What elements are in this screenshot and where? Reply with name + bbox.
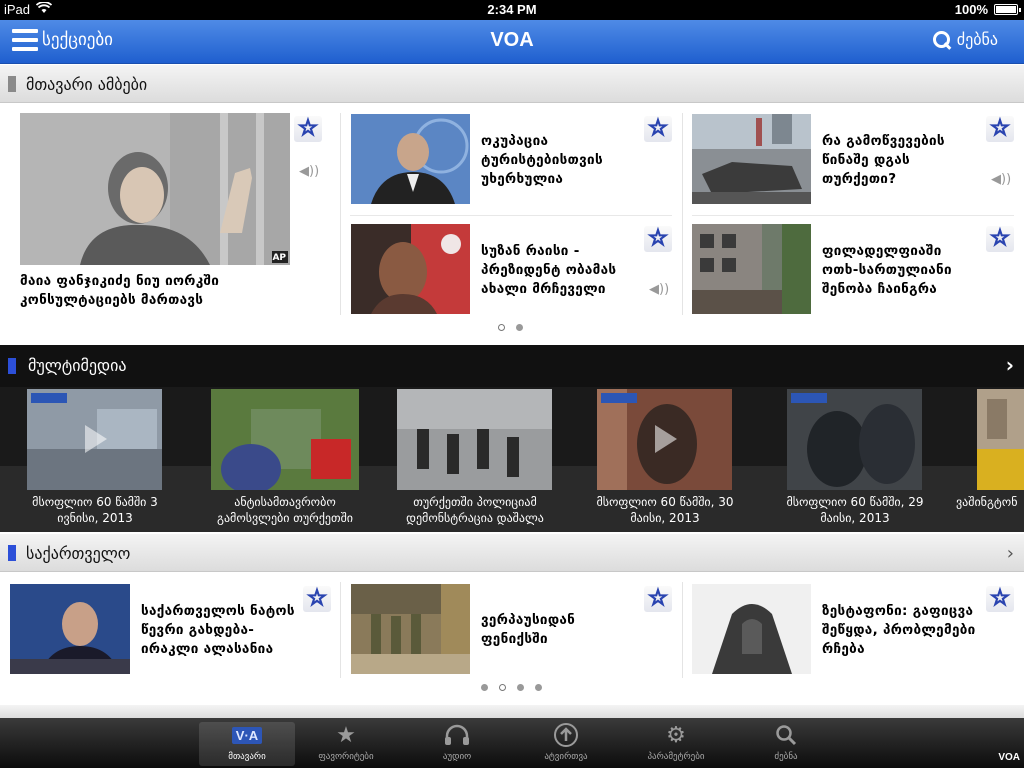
search-icon (932, 30, 951, 49)
story-thumbnail[interactable] (351, 584, 470, 674)
section-header-partial (0, 705, 1024, 719)
page-indicator[interactable] (481, 684, 542, 691)
video-caption: მსოფლიო 60 წამში, 29 (786, 495, 924, 509)
app-title: VOA (490, 29, 534, 51)
story-thumbnail[interactable] (351, 224, 470, 314)
video-caption: გამოსვლები თურქეთში (216, 511, 353, 525)
video-thumbnail[interactable] (787, 389, 922, 490)
favorite-star-icon[interactable]: ☆ (644, 586, 672, 612)
tab-settings[interactable]: ⚙ პარამეტრები (628, 722, 724, 766)
lead-story-headline[interactable]: მაია ფანჯიკიძე ნიუ იორკში კონსულტაციებს … (20, 272, 320, 310)
status-bar: iPad 2:34 PM 100% (0, 0, 1024, 20)
speaker-icon: ◀)) (299, 164, 320, 179)
story-headline[interactable]: რა გამოწვევების წინაშე დგას თურქეთი? (822, 132, 982, 189)
section-title: მთავარი ამბები (26, 75, 148, 94)
page-dot[interactable] (517, 684, 524, 691)
tab-favorites[interactable]: ★ ფავორიტები (298, 722, 394, 766)
story-thumbnail[interactable] (351, 114, 470, 204)
clock: 2:34 PM (487, 2, 537, 17)
page-dot[interactable] (535, 684, 542, 691)
gear-icon: ⚙ (666, 722, 686, 748)
upload-icon (553, 722, 579, 748)
star-icon: ★ (336, 722, 356, 748)
favorite-star-icon[interactable]: ☆ (986, 586, 1014, 612)
video-caption: მაისი, 2013 (820, 511, 890, 525)
speaker-icon: ◀)) (649, 282, 670, 297)
tab-search[interactable]: ძებნა (738, 722, 834, 766)
section-header-multimedia[interactable]: მულტიმედია › (0, 345, 1024, 387)
favorite-star-icon[interactable]: ☆ (644, 226, 672, 252)
favorite-star-icon[interactable]: ☆ (644, 116, 672, 142)
video-caption: მსოფლიო 60 წამში 3 (32, 495, 158, 509)
photo-credit: AP (272, 253, 286, 263)
favorite-star-icon[interactable]: ☆ (294, 116, 322, 142)
tab-bar: V·A მთავარი ★ ფავორიტები აუდიო ატვირთვა … (0, 718, 1024, 768)
headphones-icon (444, 722, 470, 748)
battery-icon (994, 4, 1021, 15)
story-thumbnail[interactable] (692, 224, 811, 314)
brand-logo: VOA (998, 752, 1020, 763)
video-thumbnail[interactable] (397, 389, 552, 490)
tab-home[interactable]: V·A მთავარი (199, 722, 295, 766)
page-dot[interactable] (516, 324, 523, 331)
video-thumbnail[interactable] (211, 389, 359, 490)
story-thumbnail[interactable] (692, 114, 811, 204)
voa-logo-icon: V·A (231, 726, 263, 744)
lead-story-image[interactable]: AP (20, 113, 290, 265)
tab-audio[interactable]: აუდიო (409, 722, 505, 766)
chevron-right-icon[interactable]: › (1007, 543, 1014, 564)
page-dot[interactable] (498, 324, 505, 331)
page-dot[interactable] (499, 684, 506, 691)
battery-percent: 100% (954, 2, 988, 17)
video-thumbnail[interactable] (27, 389, 162, 490)
page-indicator[interactable] (498, 324, 523, 331)
video-thumbnail[interactable] (977, 389, 1024, 490)
page-dot[interactable] (481, 684, 488, 691)
speaker-icon: ◀)) (991, 172, 1012, 187)
video-caption: დემონსტრაცია დაშალა (406, 511, 544, 525)
favorite-star-icon[interactable]: ☆ (986, 116, 1014, 142)
story-headline[interactable]: სუზან რაისი - პრეზიდენტ ობამას ახალი მრჩ… (481, 242, 641, 299)
favorite-star-icon[interactable]: ☆ (303, 586, 331, 612)
story-headline[interactable]: საქართველოს ნატოს წევრი გახდება- ირაკლი … (141, 602, 311, 659)
story-headline[interactable]: ოკუპაცია ტურისტებისთვის უხერხულია (481, 132, 641, 189)
section-title: საქართველო (26, 544, 131, 563)
video-caption: ანტისამთავრობო (234, 495, 336, 509)
story-thumbnail[interactable] (692, 584, 811, 674)
nav-bar: სექციები VOA ძებნა (0, 20, 1024, 64)
video-caption: თურქეთში პოლიციამ (413, 495, 537, 509)
section-header-georgia[interactable]: საქართველო › (0, 534, 1024, 572)
video-caption: ივნისი, 2013 (57, 511, 133, 525)
story-headline[interactable]: ვერპაუსიდან ფენიქსში (481, 611, 641, 649)
tab-upload[interactable]: ატვირთვა (518, 722, 614, 766)
video-caption: მაისი, 2013 (630, 511, 700, 525)
video-caption: მსოფლიო 60 წამში, 30 (596, 495, 734, 509)
play-icon (655, 425, 677, 453)
section-header-top-stories[interactable]: მთავარი ამბები (0, 65, 1024, 103)
story-headline[interactable]: ფილადელფიაში ოთხ-სართულიანი შენობა ჩაინგ… (822, 242, 982, 299)
search-label: ძებნა (956, 30, 998, 49)
story-headline[interactable]: ზესტაფონი: გაფიცვა შეწყდა, პრობლემები რჩ… (822, 602, 992, 659)
search-button[interactable]: ძებნა (932, 30, 998, 49)
chevron-right-icon[interactable]: › (1006, 353, 1014, 377)
story-thumbnail[interactable] (10, 584, 130, 674)
play-icon (85, 425, 107, 453)
favorite-star-icon[interactable]: ☆ (986, 226, 1014, 252)
video-caption: ვაშინგტონ (956, 495, 1018, 509)
search-icon (775, 722, 797, 748)
video-thumbnail[interactable] (597, 389, 732, 490)
section-title: მულტიმედია (28, 356, 127, 375)
